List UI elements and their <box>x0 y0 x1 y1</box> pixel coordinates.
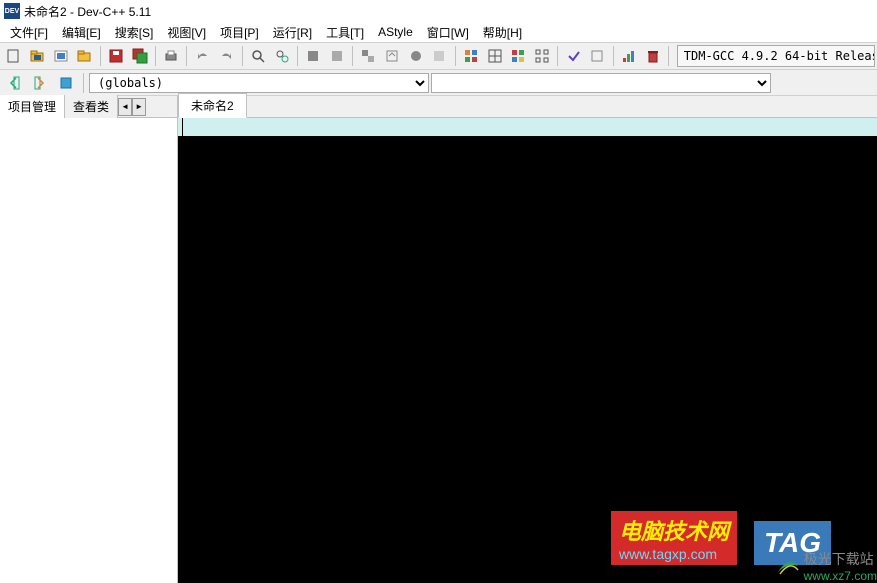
cursor <box>182 118 183 136</box>
compile-run-icon[interactable] <box>357 45 380 67</box>
replace-icon[interactable] <box>270 45 293 67</box>
forward-icon[interactable] <box>28 72 52 94</box>
undo-icon[interactable] <box>191 45 214 67</box>
compile-icon[interactable] <box>302 45 325 67</box>
chart-icon[interactable] <box>618 45 641 67</box>
compiler-label: TDM-GCC 4.9.2 64-bit Releas <box>677 45 875 67</box>
debug-icon[interactable] <box>404 45 427 67</box>
menu-tools[interactable]: 工具[T] <box>320 22 370 43</box>
menu-run[interactable]: 运行[R] <box>267 22 318 43</box>
watermark-tagxp-url: www.tagxp.com <box>619 546 729 562</box>
new-file-icon[interactable] <box>2 45 25 67</box>
print-icon[interactable] <box>160 45 183 67</box>
file-tab[interactable]: 未命名2 <box>178 93 247 118</box>
menu-view[interactable]: 视图[V] <box>161 22 212 43</box>
menubar: 文件[F] 编辑[E] 搜索[S] 视图[V] 项目[P] 运行[R] 工具[T… <box>0 22 877 42</box>
code-editor[interactable]: 电脑技术网 www.tagxp.com TAG 极光下载站 www.xz7.co… <box>178 118 877 583</box>
open-project-icon[interactable] <box>26 45 49 67</box>
profile-icon[interactable] <box>428 45 451 67</box>
secondary-toolbar: (globals) <box>0 70 877 96</box>
menu-astyle[interactable]: AStyle <box>372 23 419 41</box>
redo-icon[interactable] <box>215 45 238 67</box>
sidebar: 项目管理 查看类 ◄ ► <box>0 96 178 583</box>
save-all-icon[interactable] <box>128 45 151 67</box>
watermark-xz7-title: 极光下载站 <box>804 549 877 569</box>
sidebar-tab-project[interactable]: 项目管理 <box>0 95 65 119</box>
watermark-xz7: 极光下载站 www.xz7.com <box>776 549 877 583</box>
menu-edit[interactable]: 编辑[E] <box>56 22 107 43</box>
grid1-icon[interactable] <box>460 45 483 67</box>
bookmark-icon[interactable] <box>54 72 78 94</box>
menu-help[interactable]: 帮助[H] <box>477 22 528 43</box>
window-title: 未命名2 - Dev-C++ 5.11 <box>24 3 151 20</box>
menu-search[interactable]: 搜索[S] <box>109 22 160 43</box>
grid2-icon[interactable] <box>483 45 506 67</box>
delete-icon[interactable] <box>641 45 664 67</box>
sidebar-body <box>0 118 177 583</box>
back-icon[interactable] <box>2 72 26 94</box>
check-icon[interactable] <box>562 45 585 67</box>
tab-scroll-left-icon[interactable]: ◄ <box>118 98 132 116</box>
watermark-xz7-url: www.xz7.com <box>804 569 877 583</box>
app-icon: DEV <box>4 3 20 19</box>
run-icon[interactable] <box>326 45 349 67</box>
rebuild-icon[interactable] <box>381 45 404 67</box>
watermark-tagxp: 电脑技术网 www.tagxp.com <box>611 511 737 565</box>
menu-project[interactable]: 项目[P] <box>214 22 265 43</box>
tab-scroll-right-icon[interactable]: ► <box>132 98 146 116</box>
save-icon[interactable] <box>105 45 128 67</box>
goto-icon[interactable] <box>586 45 609 67</box>
current-line-highlight <box>178 118 877 136</box>
open-file-icon[interactable] <box>73 45 96 67</box>
sidebar-tab-classes[interactable]: 查看类 <box>65 95 118 119</box>
grid3-icon[interactable] <box>507 45 530 67</box>
find-icon[interactable] <box>247 45 270 67</box>
watermark-tagxp-title: 电脑技术网 <box>619 514 729 546</box>
menu-window[interactable]: 窗口[W] <box>421 22 475 43</box>
main-toolbar: TDM-GCC 4.9.2 64-bit Releas <box>0 42 877 70</box>
menu-file[interactable]: 文件[F] <box>4 22 54 43</box>
member-combo[interactable] <box>431 73 771 93</box>
grid4-icon[interactable] <box>531 45 554 67</box>
aurora-icon <box>776 554 800 578</box>
new-project-icon[interactable] <box>49 45 72 67</box>
scope-combo[interactable]: (globals) <box>89 73 429 93</box>
